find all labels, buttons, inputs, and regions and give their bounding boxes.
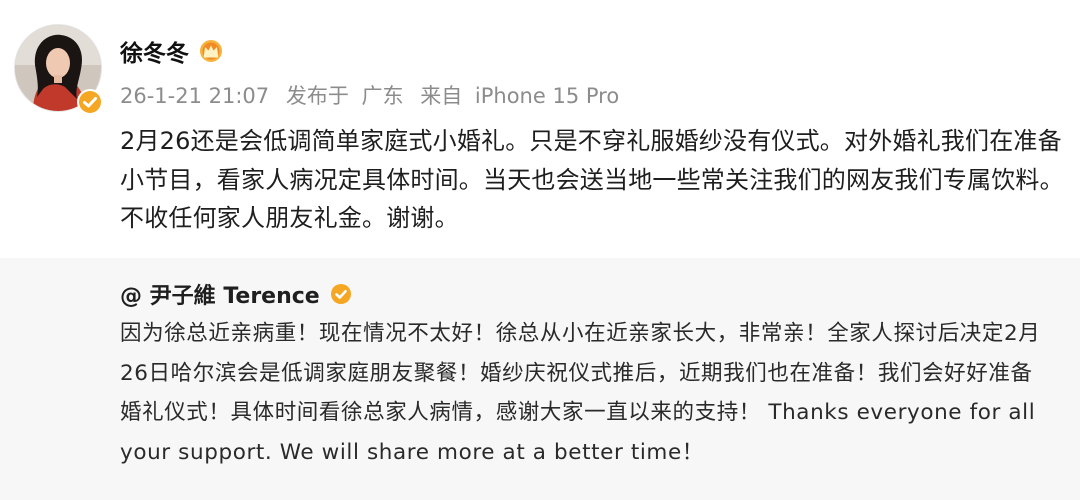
username-text[interactable]: 徐冬冬 (120, 34, 189, 68)
reposted-card[interactable]: @ 尹子維 Terence 因为徐总近亲病重！现在情况不太好！徐总从小在近亲家长… (0, 258, 1080, 500)
post-device: iPhone 15 Pro (474, 84, 620, 108)
post-content: 2月26还是会低调简单家庭式小婚礼。只是不穿礼服婚纱没有仪式。对外婚礼我们在准备… (120, 127, 1064, 232)
repost-content: 因为徐总近亲病重！现在情况不太好！徐总从小在近亲家长大，非常亲！全家人探讨后决定… (120, 321, 1041, 465)
published-label: 发布于 (285, 84, 349, 108)
repost-author[interactable]: @ 尹子維 Terence (120, 278, 352, 310)
verified-badge-icon (330, 284, 351, 304)
repost-author-name[interactable]: @ 尹子維 Terence (120, 278, 320, 310)
post-location: 广东 (361, 84, 404, 108)
post-datetime[interactable]: 26-1-21 21:07 (120, 84, 269, 108)
weibo-post: 徐冬冬 26-1-21 21:07 发布于 广东 来自 iPhone 15 Pr… (0, 0, 1080, 258)
crown-level-icon (200, 40, 222, 62)
post-username[interactable]: 徐冬冬 (120, 34, 225, 68)
source-label: 来自 (420, 84, 463, 108)
avatar-container[interactable] (14, 24, 103, 115)
post-meta: 26-1-21 21:07 发布于 广东 来自 iPhone 15 Pro (120, 80, 629, 110)
verified-badge-icon (77, 89, 103, 115)
